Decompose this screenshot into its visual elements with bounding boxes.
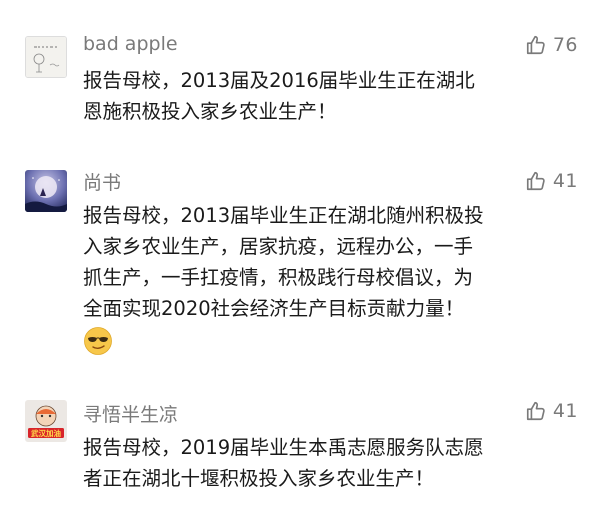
like-button[interactable]: 41	[525, 400, 578, 422]
comment-text: 报告母校，2013届及2016届毕业生正在湖北 恩施积极投入家乡农业生产！	[83, 65, 583, 127]
comment-text: 报告母校，2013届毕业生正在湖北随州积极投 入家乡农业生产，居家抗疫，远程办公…	[83, 200, 583, 324]
like-count: 41	[552, 400, 578, 422]
comment-line: 全面实现2020社会经济生产目标贡献力量！	[83, 297, 465, 320]
thumbs-up-icon	[526, 171, 545, 191]
username[interactable]: bad apple	[83, 33, 178, 55]
thumbs-up-icon	[526, 401, 545, 421]
comment-line: 入家乡农业生产，居家抗疫，远程办公，一手	[83, 235, 474, 258]
comment-line: 抓生产，一手扛疫情，积极践行母校倡议，为	[83, 266, 474, 289]
avatar-caption: 武汉加油	[31, 428, 61, 438]
comment-line: 报告母校，2013届及2016届毕业生正在湖北	[83, 69, 475, 92]
username[interactable]: 寻悟半生凉	[83, 400, 178, 427]
comment-line: 报告母校，2013届毕业生正在湖北随州积极投	[83, 204, 484, 227]
avatar[interactable]	[25, 36, 67, 78]
like-button[interactable]: 76	[525, 34, 578, 56]
avatar[interactable]	[25, 170, 67, 212]
username[interactable]: 尚书	[83, 168, 121, 195]
comment-line: 者正在湖北十堰积极投入家乡农业生产！	[83, 467, 435, 490]
thumbs-up-icon	[526, 35, 545, 55]
like-count: 76	[552, 34, 578, 56]
comment-text: 报告母校，2019届毕业生本禹志愿服务队志愿 者正在湖北十堰积极投入家乡农业生产…	[83, 432, 583, 494]
comment-line: 报告母校，2019届毕业生本禹志愿服务队志愿	[83, 436, 484, 459]
avatar[interactable]: 武汉加油	[25, 400, 67, 442]
sunglasses-smirk-emoji	[84, 327, 112, 355]
like-count: 41	[552, 170, 578, 192]
comment-line: 恩施积极投入家乡农业生产！	[83, 100, 337, 123]
like-button[interactable]: 41	[525, 170, 578, 192]
